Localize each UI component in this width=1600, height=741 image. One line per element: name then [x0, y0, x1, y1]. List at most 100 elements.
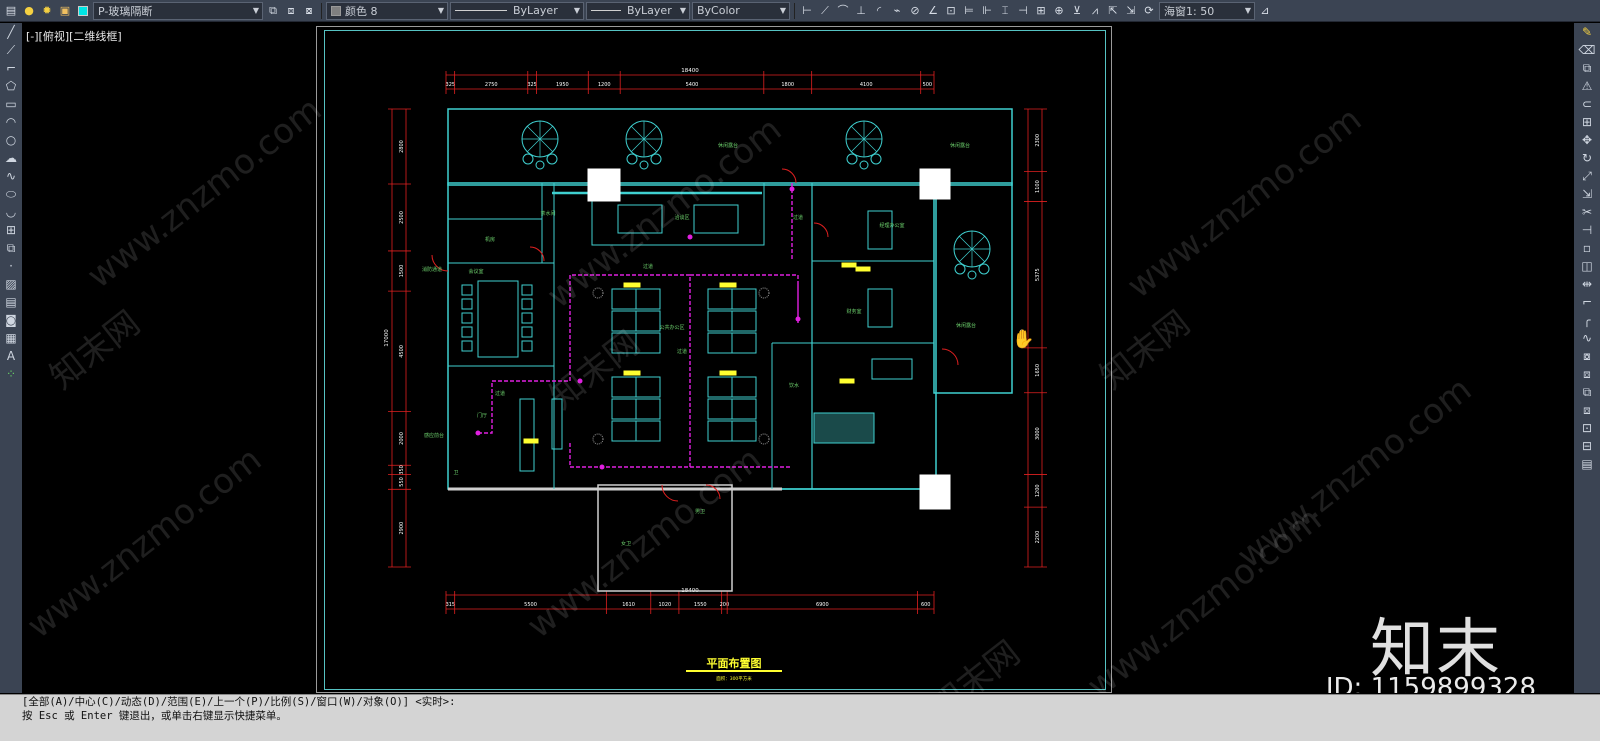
ungroup-icon[interactable]: ⊟ — [1574, 437, 1600, 455]
ordinate-dimension-icon[interactable]: ⊥ — [853, 3, 869, 19]
pencil-icon[interactable]: ✎ — [1574, 23, 1600, 41]
arc-length-icon[interactable]: ⌒ — [835, 3, 851, 19]
center-mark-icon[interactable]: ⊕ — [1051, 3, 1067, 19]
mirror-icon[interactable]: ⚠ — [1574, 77, 1600, 95]
workstation-desk — [635, 288, 661, 310]
layer-select[interactable]: P-玻璃隔断 ▼ — [93, 1, 263, 20]
rectangle-icon[interactable]: ▭ — [0, 95, 22, 113]
model-space-canvas[interactable]: [-][俯视][二维线框] 18400 325 2750 325 1950 1200 540… — [22, 23, 1574, 693]
dimension-style-icon[interactable]: ⊿ — [1257, 3, 1273, 19]
lineweight-select[interactable]: ByLayer ▼ — [586, 1, 690, 20]
umbrella-icon-rib — [631, 138, 645, 152]
marker — [839, 378, 855, 384]
command-window[interactable]: [全部(A)/中心(C)/动态(D)/范围(E)/上一个(P)/比例(S)/窗口… — [0, 694, 1600, 741]
umbrella-icon-rib — [959, 248, 973, 262]
annotation-scale-select[interactable]: 海窗1: 50 ▼ — [1159, 1, 1255, 20]
umbrella-icon-rib — [851, 138, 865, 152]
rotate-icon[interactable]: ↻ — [1574, 149, 1600, 167]
tolerance-icon[interactable]: ⊞ — [1033, 3, 1049, 19]
linear-dimension-icon[interactable]: ⊢ — [799, 3, 815, 19]
hatch-icon[interactable]: ▨ — [0, 275, 22, 293]
layer-previous-icon[interactable]: ⧇ — [301, 3, 317, 19]
add-selected-icon[interactable]: ⁘ — [0, 365, 22, 383]
insert-block-icon[interactable]: ⊞ — [0, 221, 22, 239]
baseline-dimension-icon[interactable]: ⊨ — [961, 3, 977, 19]
linetype-select[interactable]: ByLayer ▼ — [450, 1, 584, 20]
chevron-down-icon: ▼ — [252, 5, 259, 15]
bring-front-icon[interactable]: ⧉ — [1574, 383, 1600, 401]
diameter-dimension-icon[interactable]: ⊘ — [907, 3, 923, 19]
update-dimension-icon[interactable]: ⟳ — [1141, 3, 1157, 19]
group-icon[interactable]: ⊡ — [1574, 419, 1600, 437]
fillet-icon[interactable]: ╭ — [1574, 311, 1600, 329]
offset-icon[interactable]: ⊂ — [1574, 95, 1600, 113]
layer-manager-icon[interactable]: ▤ — [3, 3, 19, 19]
angular-dimension-icon[interactable]: ∠ — [925, 3, 941, 19]
move-icon[interactable]: ✥ — [1574, 131, 1600, 149]
dimension-space-icon[interactable]: ⌶ — [997, 3, 1013, 19]
spline-icon[interactable]: ∿ — [0, 167, 22, 185]
desk-cluster — [813, 412, 875, 444]
copy-icon[interactable]: ⧉ — [1574, 59, 1600, 77]
umbrella-icon-rib — [959, 236, 973, 250]
blend-curves-icon[interactable]: ∿ — [1574, 329, 1600, 347]
umbrella-icon-rib — [643, 126, 657, 140]
ellipse-icon[interactable]: ⬭ — [0, 185, 22, 203]
door-swing-arc — [781, 168, 797, 184]
make-current-layer-icon[interactable]: ⧉ — [265, 3, 281, 19]
modify-toolbar: ✎ ⌫ ⧉ ⚠ ⊂ ⊞ ✥ ↻ ⤢ ⇲ ✂ ⊣ ▫ ◫ ⇹ ⌐ ╭ ∿ ⧇ ⧈ … — [1574, 23, 1600, 693]
chair-icon — [626, 153, 638, 165]
chamfer-icon[interactable]: ⌐ — [1574, 293, 1600, 311]
multiline-text-icon[interactable]: A — [0, 347, 22, 365]
erase-icon[interactable]: ⌫ — [1574, 41, 1600, 59]
color-select[interactable]: 颜色 8 ▼ — [326, 1, 448, 20]
draw-order-icon[interactable]: ⧈ — [1574, 365, 1600, 383]
circle-icon[interactable]: ○ — [0, 131, 22, 149]
continue-dimension-icon[interactable]: ⊩ — [979, 3, 995, 19]
plotstyle-select[interactable]: ByColor ▼ — [692, 1, 790, 20]
polygon-icon[interactable]: ⬠ — [0, 77, 22, 95]
revision-cloud-icon[interactable]: ☁ — [0, 149, 22, 167]
trim-icon[interactable]: ✂ — [1574, 203, 1600, 221]
join-icon[interactable]: ⇹ — [1574, 275, 1600, 293]
point-icon[interactable]: · — [0, 257, 22, 275]
sun-icon[interactable]: ✹ — [39, 3, 55, 19]
table-icon — [967, 270, 977, 280]
room-label: 休闲露台 — [956, 322, 976, 329]
layer-color-icon[interactable] — [75, 3, 91, 19]
aligned-dimension-icon[interactable]: ⟋ — [817, 3, 833, 19]
desk-tag — [623, 282, 641, 288]
construction-line-icon[interactable]: ⟋ — [0, 41, 22, 59]
array-icon[interactable]: ⊞ — [1574, 113, 1600, 131]
stretch-icon[interactable]: ⇲ — [1574, 185, 1600, 203]
edit-dimension-text-icon[interactable]: ⇲ — [1123, 3, 1139, 19]
make-block-icon[interactable]: ⧉ — [0, 239, 22, 257]
properties-icon[interactable]: ▤ — [1574, 455, 1600, 473]
asset-id-label: ID: 1159899328 — [1325, 673, 1536, 693]
edit-dimension-icon[interactable]: ⇱ — [1105, 3, 1121, 19]
jogged-dimension-icon[interactable]: ⌁ — [889, 3, 905, 19]
inspect-icon[interactable]: ⊻ — [1069, 3, 1085, 19]
extend-icon[interactable]: ⊣ — [1574, 221, 1600, 239]
scale-icon[interactable]: ⤢ — [1574, 167, 1600, 185]
break-at-point-icon[interactable]: ▫ — [1574, 239, 1600, 257]
explode-icon[interactable]: ⧇ — [1574, 347, 1600, 365]
jogged-linear-icon[interactable]: ⩘ — [1087, 3, 1103, 19]
region-icon[interactable]: ◙ — [0, 311, 22, 329]
dimension-break-icon[interactable]: ⊣ — [1015, 3, 1031, 19]
ellipse-arc-icon[interactable]: ◡ — [0, 203, 22, 221]
gradient-icon[interactable]: ▤ — [0, 293, 22, 311]
table-icon[interactable]: ▦ — [0, 329, 22, 347]
break-icon[interactable]: ◫ — [1574, 257, 1600, 275]
send-back-icon[interactable]: ⧈ — [1574, 401, 1600, 419]
umbrella-icon-rib — [971, 248, 985, 262]
bottom-dimension-segment-label: 1020 — [658, 602, 671, 608]
polyline-icon[interactable]: ⌐ — [0, 59, 22, 77]
bulb-on-icon[interactable]: ● — [21, 3, 37, 19]
line-icon[interactable]: ╱ — [0, 23, 22, 41]
lock-icon[interactable]: ▣ — [57, 3, 73, 19]
layer-match-icon[interactable]: ⧈ — [283, 3, 299, 19]
arc-icon[interactable]: ◠ — [0, 113, 22, 131]
quick-dimension-icon[interactable]: ⊡ — [943, 3, 959, 19]
radius-dimension-icon[interactable]: ◜ — [871, 3, 887, 19]
